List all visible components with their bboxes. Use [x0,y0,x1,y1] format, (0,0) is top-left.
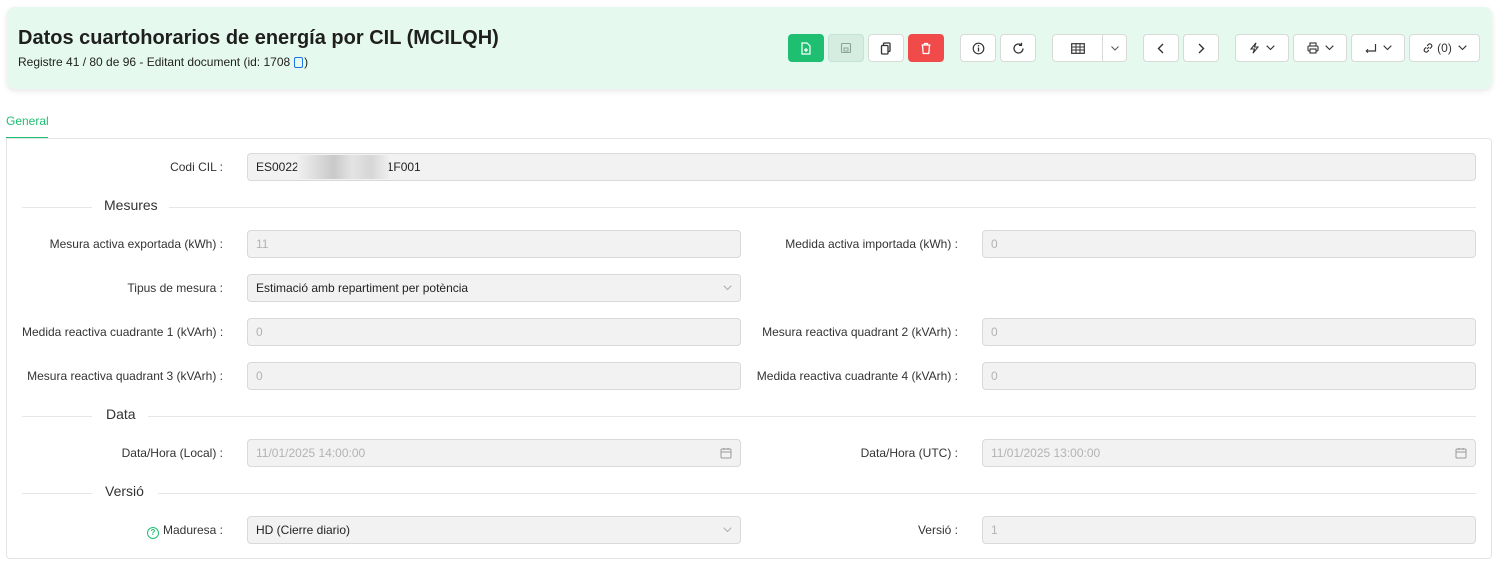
help-icon[interactable]: ? [146,527,159,539]
reactiva-q1-input[interactable]: 0 [247,318,741,346]
info-button[interactable] [960,34,996,62]
record-subtitle: Registre 41 / 80 de 96 - Editant documen… [18,55,308,69]
calendar-icon [720,448,732,459]
section-title: Data [106,406,136,422]
chevron-right-icon [1198,43,1205,53]
versio-input[interactable]: 1 [982,516,1476,544]
cil-label: Codi CIL : [170,160,223,174]
section-versio: Versió [22,483,1476,503]
next-record-button[interactable] [1183,34,1219,62]
info-icon [972,42,984,54]
field-value: 11 [256,237,269,251]
link-icon [1423,43,1433,53]
view-mode-group [1052,34,1127,62]
save-button[interactable] [828,34,864,62]
print-menu-button[interactable] [1293,34,1347,62]
attachments-count: (0) [1437,41,1452,55]
maduresa-label: ? Maduresa : [22,523,223,539]
data-utc-label: Data/Hora (UTC) : [860,446,958,460]
return-arrow-icon [1364,44,1376,53]
section-mesures: Mesures [22,197,1476,217]
field-value: 0 [991,369,998,383]
new-document-button[interactable] [788,34,824,62]
new-file-icon [801,41,811,55]
reactiva-q3-input[interactable]: 0 [247,362,741,390]
activa-exportada-input[interactable]: 11 [247,230,741,258]
field-value: 0 [256,369,263,383]
copy-icon [880,41,891,55]
section-title: Mesures [104,197,158,213]
printer-icon [1306,42,1319,54]
chevron-down-icon [1382,45,1392,51]
data-utc-input[interactable]: 11/01/2025 13:00:00 [982,439,1476,467]
subtitle-end: ) [304,55,309,69]
field-value: 0 [256,325,263,339]
activa-importada-label: Medida activa importada (kWh) : [785,237,958,251]
tab-general[interactable]: General [6,114,49,128]
field-value: 0 [991,237,998,251]
reactiva-q1-label: Medida reactiva cuadrante 1 (kVArh) : [22,325,224,339]
delete-button[interactable] [908,34,944,62]
data-local-label: Data/Hora (Local) : [121,446,223,460]
activa-importada-input[interactable]: 0 [982,230,1476,258]
record-header: Datos cuartohorarios de energía por CIL … [7,7,1492,89]
tipus-mesura-select[interactable]: Estimació amb repartiment per potència [247,274,741,302]
cil-input[interactable]: ES0022 1F001 [247,153,1476,181]
reactiva-q4-label: Medida reactiva cuadrante 4 (kVArh) : [756,369,958,383]
chevron-down-icon [723,285,732,291]
attachments-menu-button[interactable]: (0) [1409,34,1480,62]
chevron-down-icon [1266,45,1275,51]
cil-value-prefix: ES0022 [256,160,299,174]
versio-label: Versió : [917,523,958,537]
table-view-button[interactable] [1053,35,1103,61]
chevron-left-icon [1157,43,1164,53]
maduresa-label-text: Maduresa : [162,523,223,537]
reactiva-q4-input[interactable]: 0 [982,362,1476,390]
calendar-icon [1455,448,1467,459]
cil-value-suffix: 1F001 [386,160,421,174]
previous-record-button[interactable] [1143,34,1179,62]
redacted-block [296,155,389,179]
record-position: Registre 41 / 80 de 96 - Editant documen… [18,55,291,69]
field-value: 1 [991,523,998,537]
chevron-down-icon [1324,45,1334,51]
field-value: 11/01/2025 13:00:00 [991,446,1101,460]
maduresa-select[interactable]: HD (Cierre diario) [247,516,741,544]
table-icon [1070,42,1085,54]
reactiva-q3-label: Mesura reactiva quadrant 3 (kVArh) : [27,369,223,383]
reactiva-q2-input[interactable]: 0 [982,318,1476,346]
save-icon [840,42,852,54]
duplicate-button[interactable] [868,34,904,62]
refresh-icon [1012,42,1024,54]
data-local-input[interactable]: 11/01/2025 14:00:00 [247,439,741,467]
field-value: 11/01/2025 14:00:00 [256,446,366,460]
select-value: Estimació amb repartiment per potència [256,281,469,295]
tipus-mesura-label: Tipus de mesura : [127,281,223,295]
trash-icon [921,42,931,54]
chevron-down-icon [723,527,732,533]
chevron-down-icon [1458,45,1467,51]
chevron-down-icon [1110,45,1119,51]
view-dropdown-button[interactable] [1103,35,1126,61]
section-data: Data [22,406,1476,426]
field-value: 0 [991,325,998,339]
reactiva-q2-label: Mesura reactiva quadrant 2 (kVArh) : [762,325,958,339]
relations-menu-button[interactable] [1351,34,1405,62]
copy-id-icon[interactable] [294,56,304,68]
actions-menu-button[interactable] [1235,34,1289,62]
refresh-button[interactable] [1000,34,1036,62]
lightning-icon [1249,42,1260,54]
select-value: HD (Cierre diario) [256,523,351,537]
section-title: Versió [105,483,144,499]
activa-exportada-label: Mesura activa exportada (kWh) : [49,237,223,251]
page-title: Datos cuartohorarios de energía por CIL … [18,27,499,49]
